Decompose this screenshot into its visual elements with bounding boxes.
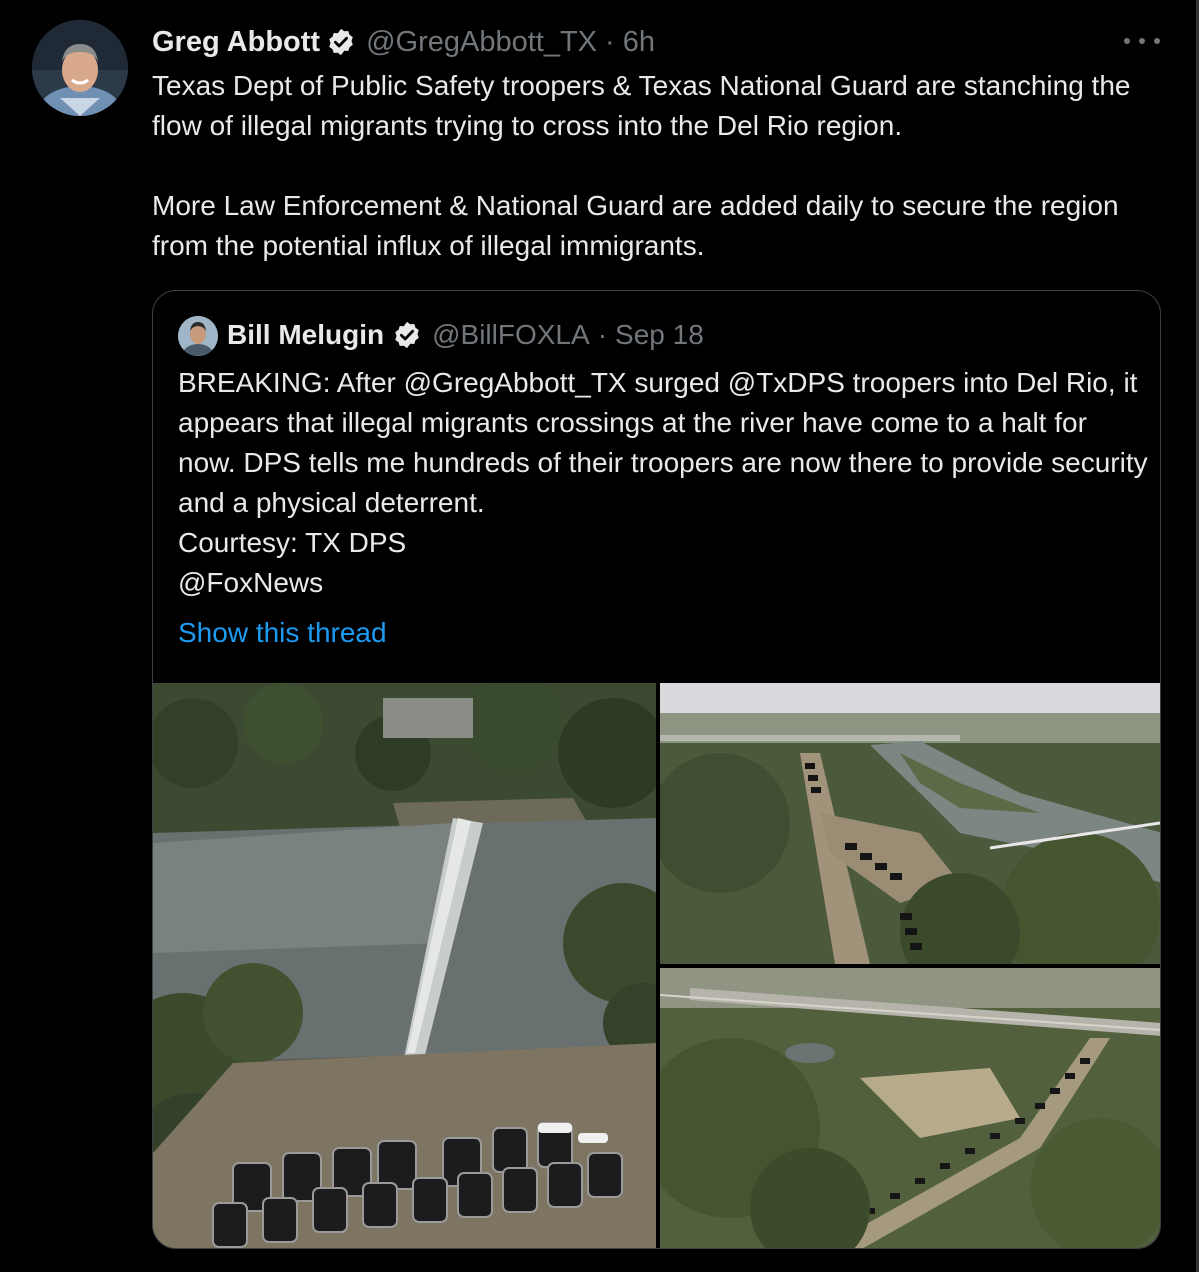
photo-river-dam[interactable] bbox=[153, 683, 656, 1248]
photo-aerial-river[interactable] bbox=[660, 683, 1160, 964]
author-avatar[interactable] bbox=[32, 20, 128, 116]
quoted-text-line: @FoxNews bbox=[178, 567, 324, 598]
tweet-text: Texas Dept of Public Safety troopers & T… bbox=[152, 66, 1162, 266]
author-handle[interactable]: @GregAbbott_TX bbox=[366, 26, 597, 59]
verified-badge-icon bbox=[326, 27, 356, 57]
quoted-text-line: BREAKING: After @GregAbbott_TX surged @T… bbox=[178, 367, 1148, 518]
verified-badge-icon bbox=[392, 320, 422, 350]
quoted-tweet-timestamp[interactable]: Sep 18 bbox=[615, 319, 704, 351]
media-grid bbox=[153, 683, 1160, 1248]
quoted-tweet-card[interactable]: Bill Melugin @BillFOXLA · Sep 18 BREAKIN… bbox=[152, 290, 1161, 1249]
quoted-author-avatar[interactable] bbox=[178, 316, 218, 356]
quoted-tweet-text: BREAKING: After @GregAbbott_TX surged @T… bbox=[178, 363, 1148, 603]
tweet-paragraph: Texas Dept of Public Safety troopers & T… bbox=[152, 70, 1131, 141]
quoted-author-handle[interactable]: @BillFOXLA bbox=[432, 319, 590, 351]
quoted-tweet-header: Bill Melugin @BillFOXLA · Sep 18 bbox=[227, 315, 704, 355]
header-separator: · bbox=[597, 319, 608, 350]
quoted-text-line: Courtesy: TX DPS bbox=[178, 527, 407, 558]
quoted-author-name[interactable]: Bill Melugin bbox=[227, 319, 384, 351]
tweet-timestamp[interactable]: 6h bbox=[623, 26, 655, 59]
author-name[interactable]: Greg Abbott bbox=[152, 26, 320, 59]
tweet-paragraph: More Law Enforcement & National Guard ar… bbox=[152, 190, 1119, 261]
show-thread-link[interactable]: Show this thread bbox=[178, 613, 387, 653]
photo-aerial-bridge[interactable] bbox=[660, 968, 1160, 1248]
more-options-icon[interactable] bbox=[1124, 26, 1160, 56]
header-separator: · bbox=[605, 25, 615, 58]
tweet-header: Greg Abbott @GregAbbott_TX · 6h bbox=[152, 22, 655, 62]
